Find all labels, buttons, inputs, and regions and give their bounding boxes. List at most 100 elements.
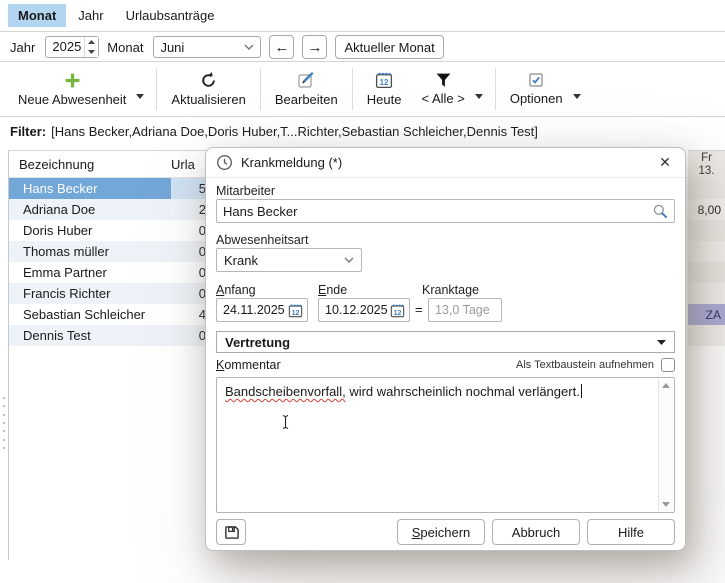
floppy-disk-icon	[224, 525, 239, 540]
mitarbeiter-field[interactable]: Hans Becker	[216, 199, 675, 223]
table-row[interactable]: Adriana Doe 2	[9, 199, 207, 220]
month-combobox[interactable]: Juni	[153, 36, 261, 58]
column-header-bezeichnung[interactable]: Bezeichnung	[9, 157, 171, 172]
urlaub-value-cell: 5	[171, 178, 207, 199]
next-month-button[interactable]: →	[302, 35, 327, 59]
abwesenheitsart-select[interactable]: Krank	[216, 248, 362, 272]
kranktage-label: Kranktage	[422, 283, 479, 297]
filter-dropdown-icon[interactable]	[475, 94, 483, 99]
tab-jahr[interactable]: Jahr	[68, 4, 113, 27]
day-cell[interactable]	[688, 283, 725, 304]
month-value: Juni	[160, 40, 184, 55]
current-month-button[interactable]: Aktueller Monat	[335, 35, 443, 59]
hilfe-button[interactable]: Hilfe	[587, 519, 675, 545]
calendar-icon[interactable]: 12	[288, 303, 303, 318]
options-checkbox-icon	[528, 72, 544, 88]
options-group: Optionen	[500, 66, 589, 112]
table-row[interactable]: Hans Becker 5	[9, 178, 207, 199]
pane-splitter-handle[interactable]	[1, 397, 6, 449]
kranktage-field: 13,0 Tage	[428, 298, 502, 322]
day-cell[interactable]	[688, 325, 725, 346]
employee-name-cell: Doris Huber	[9, 223, 171, 238]
tab-monat[interactable]: Monat	[8, 4, 66, 27]
abbruch-button[interactable]: Abbruch	[492, 519, 580, 545]
urlaub-value-cell: 0	[171, 244, 207, 259]
krankmeldung-dialog: Krankmeldung (*) ✕ Mitarbeiter Hans Beck…	[205, 147, 686, 551]
table-row[interactable]: Sebastian Schleicher 4	[9, 304, 207, 325]
filter-all-label: < Alle >	[421, 91, 464, 106]
toolbar-separator	[495, 68, 496, 110]
weekday-label: Fr	[688, 152, 725, 165]
jahr-label: Jahr	[10, 40, 35, 55]
tab-urlaubsantraege[interactable]: Urlaubsanträge	[116, 4, 225, 27]
options-button[interactable]: Optionen	[500, 70, 573, 108]
speichern-button[interactable]: Speichern	[397, 519, 485, 545]
main-toolbar: Neue Abwesenheit Aktualisieren Bearbeite…	[0, 62, 725, 117]
table-row[interactable]: Emma Partner 0	[9, 262, 207, 283]
column-header-urlaub[interactable]: Urla	[171, 157, 207, 172]
filter-all-button[interactable]: < Alle >	[411, 70, 474, 108]
new-absence-dropdown-icon[interactable]	[136, 94, 144, 99]
dialog-title: Krankmeldung (*)	[241, 155, 647, 170]
year-spin-buttons	[84, 37, 98, 57]
filter-value: [Hans Becker,Adriana Doe,Doris Huber,T..…	[51, 124, 538, 139]
calendar-day-column: Fr 13. 8,00 ZA	[688, 150, 725, 346]
table-header: Bezeichnung Urla	[9, 151, 207, 178]
previous-month-button[interactable]: ←	[269, 35, 294, 59]
day-column-header: Fr 13.	[688, 150, 725, 178]
year-down-icon[interactable]	[85, 47, 98, 57]
kommentar-text: Bandscheibenvorfall, wird wahrscheinlich…	[217, 378, 674, 400]
employee-name-cell: Thomas müller	[9, 244, 171, 259]
day-cell[interactable]: 8,00	[688, 199, 725, 220]
year-value[interactable]: 2025	[46, 37, 84, 57]
urlaub-value-cell: 2	[171, 202, 207, 217]
misspelled-word: Bandscheibenvorfall,	[225, 384, 346, 399]
scroll-up-icon[interactable]	[662, 383, 670, 388]
textbaustein-checkbox[interactable]	[661, 358, 675, 372]
textbaustein-label: Als Textbaustein aufnehmen	[516, 359, 654, 371]
filter-label: Filter:	[10, 124, 46, 139]
day-cell-za-badge[interactable]: ZA	[688, 304, 725, 325]
kommentar-label: Kommentar	[216, 358, 281, 372]
chevron-down-icon	[244, 44, 254, 50]
year-spinner[interactable]: 2025	[45, 36, 99, 58]
day-number-label: 13.	[688, 165, 725, 178]
quick-save-button[interactable]	[216, 519, 246, 545]
today-button[interactable]: 12 Heute	[357, 66, 412, 112]
textarea-scrollbar[interactable]	[658, 379, 673, 511]
close-icon[interactable]: ✕	[655, 153, 675, 173]
edit-button[interactable]: Bearbeiten	[265, 66, 348, 112]
kommentar-textarea[interactable]: Bandscheibenvorfall, wird wahrscheinlich…	[216, 377, 675, 513]
new-absence-group: Neue Abwesenheit	[8, 66, 152, 112]
refresh-icon	[200, 72, 217, 89]
expand-dropdown-icon	[657, 340, 666, 345]
refresh-button[interactable]: Aktualisieren	[161, 66, 255, 112]
urlaub-value-cell: 0	[171, 265, 207, 280]
options-dropdown-icon[interactable]	[573, 94, 581, 99]
table-row[interactable]: Doris Huber 0	[9, 220, 207, 241]
new-absence-button[interactable]: Neue Abwesenheit	[8, 70, 136, 109]
day-cell[interactable]	[688, 220, 725, 241]
day-cell[interactable]	[688, 178, 725, 199]
filter-funnel-icon	[435, 72, 452, 88]
ende-date-field[interactable]: 10.12.2025 12	[318, 298, 410, 322]
toolbar-separator	[156, 68, 157, 110]
equals-sign: =	[415, 302, 423, 317]
employee-name-cell: Hans Becker	[9, 178, 171, 199]
table-row[interactable]: Francis Richter 0	[9, 283, 207, 304]
scroll-down-icon[interactable]	[662, 502, 670, 507]
anfang-date-field[interactable]: 24.11.2025 12	[216, 298, 308, 322]
table-row[interactable]: Dennis Test 0	[9, 325, 207, 346]
year-up-icon[interactable]	[85, 37, 98, 47]
search-icon[interactable]	[652, 203, 668, 219]
app-window: Monat Jahr Urlaubsanträge Jahr 2025 Mona…	[0, 0, 725, 583]
abwesenheitsart-value: Krank	[224, 253, 258, 268]
edit-label: Bearbeiten	[275, 92, 338, 107]
table-row[interactable]: Thomas müller 0	[9, 241, 207, 262]
dialog-footer: Speichern Abbruch Hilfe	[216, 519, 675, 545]
vertretung-section-header[interactable]: Vertretung	[216, 331, 675, 353]
filter-group: < Alle >	[411, 66, 490, 112]
calendar-icon[interactable]: 12	[390, 303, 405, 318]
day-cell[interactable]	[688, 241, 725, 262]
day-cell[interactable]	[688, 262, 725, 283]
